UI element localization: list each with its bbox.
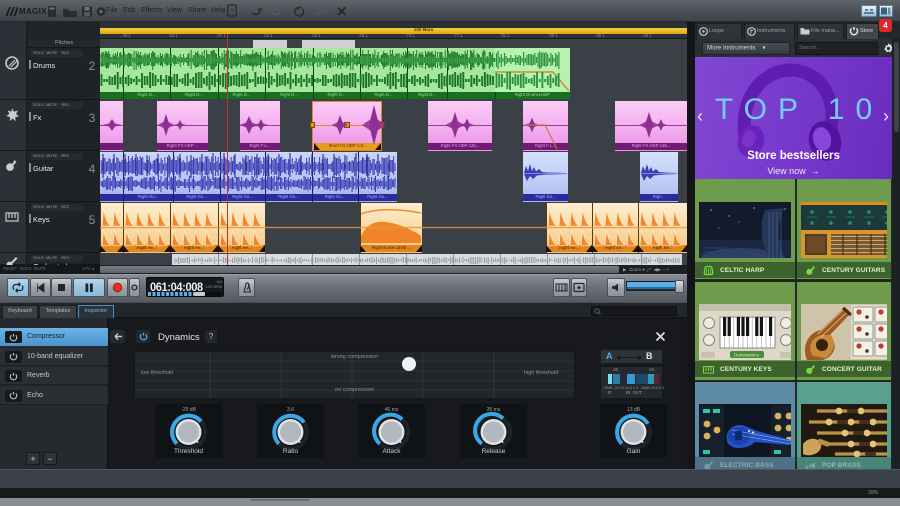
svg-text:Dominations: Dominations (734, 353, 760, 358)
